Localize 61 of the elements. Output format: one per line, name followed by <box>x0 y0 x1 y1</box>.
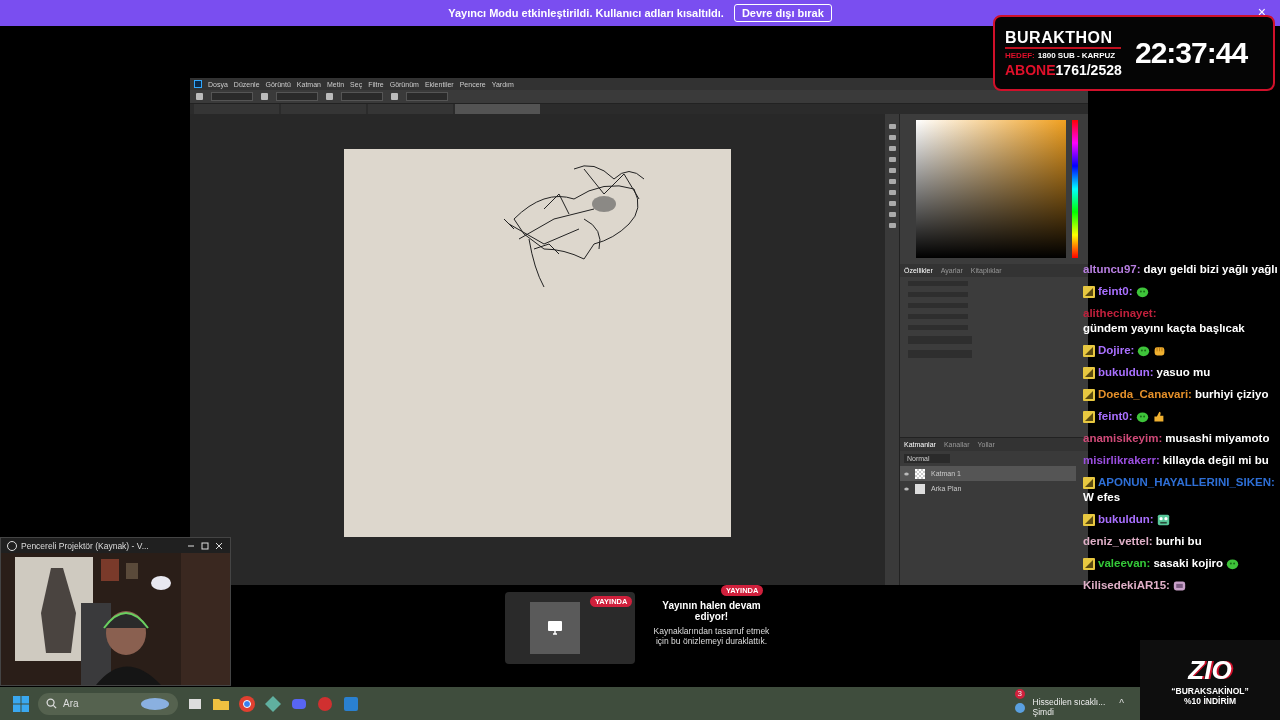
maximize-icon[interactable] <box>200 540 210 551</box>
cloud-icon <box>140 696 170 711</box>
event-title: BURAKTHON <box>1005 28 1121 49</box>
browser-icon[interactable] <box>238 694 256 713</box>
goal-label: HEDEF: <box>1005 50 1035 60</box>
window-title: Pencereli Projektör (Kaynak) - V... <box>21 540 150 551</box>
chat-username[interactable]: valeevan: <box>1098 556 1151 571</box>
eye-icon[interactable] <box>904 471 909 476</box>
chat-username[interactable]: misirlikrakerr: <box>1083 453 1160 468</box>
discount-text: %10 İNDİRİM <box>1184 695 1236 706</box>
chat-message: gündem yayını kaçta başlıcak <box>1083 321 1245 336</box>
chat-message: musashi miyamoto <box>1165 431 1270 446</box>
search-icon <box>46 698 57 709</box>
chat-username[interactable]: feint0: <box>1098 409 1133 424</box>
weather-time: Şimdi <box>1032 706 1055 717</box>
option-field[interactable] <box>276 92 318 101</box>
chat-username[interactable]: KilisedekiAR15: <box>1083 578 1170 593</box>
chat-username[interactable]: APONUN_HAYALLERINI_SIKEN: <box>1098 475 1275 490</box>
goal-text: 1800 SUB - KARPUZ <box>1037 50 1116 60</box>
chat-username[interactable]: feint0: <box>1098 284 1133 299</box>
chat-username[interactable]: bukuldun: <box>1098 365 1154 380</box>
notice-text: Kaynaklarından tasarruf etmek için bu önizlemeyi duraklattık. <box>652 626 771 646</box>
chat-message: W efes <box>1083 490 1121 505</box>
subs-label: ABONE <box>1005 61 1056 78</box>
banner-text: Yayıncı Modu etkinleştirildi. Kullanıcı adları kısaltıldı. <box>448 7 724 19</box>
promo-code: “BURAKSAKİNOL” <box>1171 685 1249 696</box>
chat-message: dayı geldi bizi yağlı yağlı <box>1143 262 1278 277</box>
chat-username[interactable]: deniz_vettel: <box>1083 534 1153 549</box>
sponsor-logo: ZIO <box>1188 654 1232 686</box>
tray-button[interactable]: ^ <box>1113 697 1130 710</box>
weather-widget[interactable]: 3 Hissedilen sıcaklı... Şimdi <box>1010 688 1106 719</box>
search-field[interactable]: Ara <box>38 692 178 715</box>
tool-option-icon[interactable] <box>326 93 333 100</box>
chat-message: killayda değil mi bu <box>1162 453 1269 468</box>
tool-option-icon[interactable] <box>196 93 203 100</box>
chat-message: burhiyi çiziyo <box>1194 387 1269 402</box>
chat-message: burhi bu <box>1155 534 1202 549</box>
countdown-time: 22:37:44 <box>1135 36 1248 70</box>
notification-count: 3 <box>1014 688 1025 699</box>
chat-message: yasuo mu <box>1156 365 1211 380</box>
disable-button[interactable]: Devre dışı bırak <box>733 4 832 22</box>
chat-username[interactable]: Doeda_Canavari: <box>1098 387 1192 402</box>
chat-username[interactable]: alithecinayet: <box>1083 306 1157 321</box>
chat-username[interactable]: altuncu97: <box>1083 262 1141 277</box>
close-icon[interactable] <box>214 540 224 551</box>
app-logo-icon <box>194 80 202 88</box>
chat-username[interactable]: Dojire: <box>1098 343 1135 358</box>
eye-icon[interactable] <box>904 486 909 491</box>
weather-text: Hissedilen sıcaklı... <box>1032 696 1106 707</box>
tool-option-icon[interactable] <box>391 93 398 100</box>
monitor-icon <box>547 620 563 636</box>
option-field[interactable] <box>406 92 448 101</box>
start-icon[interactable] <box>12 694 30 713</box>
option-field[interactable] <box>211 92 253 101</box>
chat-username[interactable]: anamisikeyim: <box>1083 431 1163 446</box>
chat-username[interactable]: bukuldun: <box>1098 512 1154 527</box>
subs-count: 1761/2528 <box>1055 61 1122 78</box>
tool-option-icon[interactable] <box>261 93 268 100</box>
chat-message: sasaki kojiro <box>1153 556 1224 571</box>
option-field[interactable] <box>341 92 383 101</box>
notice-title: Yayının halen devam ediyor! <box>661 600 762 622</box>
